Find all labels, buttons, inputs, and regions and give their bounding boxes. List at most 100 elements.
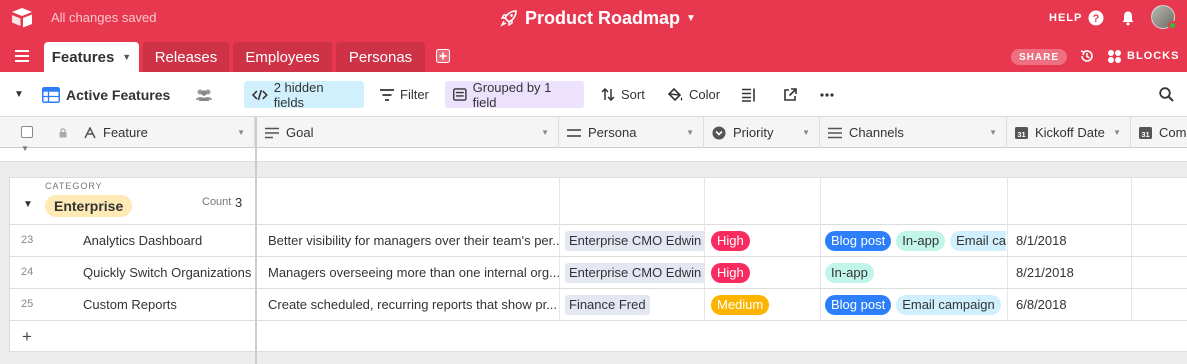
paint-bucket-icon	[668, 87, 683, 101]
cell-priority[interactable]: High	[705, 225, 821, 256]
feature-name: Analytics Dashboard	[83, 233, 203, 248]
hamburger-menu-icon[interactable]	[15, 50, 29, 62]
cell-channels[interactable]: Blog post Email campaign	[821, 289, 1008, 320]
channel-chip: Blog post	[825, 230, 892, 251]
cell-kickoff-date[interactable]: 8/1/2018	[1008, 225, 1132, 256]
column-header-goal[interactable]: Goal ▼	[257, 117, 559, 148]
chevron-down-icon[interactable]: ▼	[989, 128, 997, 137]
tab-employees[interactable]: Employees	[233, 42, 332, 72]
cell-kickoff-date[interactable]: 8/21/2018	[1008, 257, 1132, 288]
bell-icon[interactable]	[1120, 10, 1136, 26]
cell-priority[interactable]: Medium	[705, 289, 821, 320]
select-all-cell	[0, 117, 78, 148]
group-header-channels-col	[821, 178, 1008, 225]
save-status: All changes saved	[51, 10, 157, 25]
blocks-label[interactable]: BLOCKS	[1127, 50, 1179, 62]
add-record-row[interactable]: +	[9, 321, 255, 352]
channel-chip: Email campaign	[896, 294, 1001, 315]
column-header-persona[interactable]: Persona ▼	[559, 117, 704, 148]
cell-feature[interactable]: Quickly Switch Organizations	[83, 257, 256, 288]
add-record-row-extension	[257, 321, 1187, 352]
blocks-icon[interactable]	[1107, 49, 1122, 64]
persona-link-chip[interactable]: Finance Fred	[565, 294, 650, 315]
chevron-down-icon: ▼	[14, 89, 24, 100]
frozen-column-divider[interactable]	[255, 117, 257, 364]
cell-feature[interactable]: Analytics Dashboard	[83, 225, 256, 256]
tab-features[interactable]: Features ▼	[44, 42, 139, 72]
cell-goal[interactable]: Better visibility for managers over thei…	[258, 225, 560, 256]
group-icon	[453, 88, 467, 101]
help-icon[interactable]: ?	[1088, 10, 1104, 26]
help-label[interactable]: HELP	[1049, 12, 1082, 24]
cell-persona[interactable]: Enterprise CMO Edwin	[560, 257, 705, 288]
hide-fields-icon	[252, 89, 268, 100]
table-row[interactable]: 25 Custom Reports Create scheduled, recu…	[9, 289, 1187, 321]
collapse-group-icon[interactable]: ▼	[23, 199, 33, 210]
chevron-down-icon[interactable]: ▼	[802, 128, 810, 137]
tab-personas[interactable]: Personas	[336, 42, 425, 72]
group-value-chip: Enterprise	[45, 195, 133, 217]
view-name: Active Features	[66, 86, 171, 103]
column-header-feature[interactable]: Feature ▼	[78, 117, 255, 148]
plus-icon[interactable]: +	[22, 327, 32, 347]
kickoff-date: 8/21/2018	[1016, 265, 1074, 280]
base-title: Product Roadmap	[525, 7, 681, 28]
cell-goal[interactable]: Create scheduled, recurring reports that…	[258, 289, 560, 320]
kickoff-date: 6/8/2018	[1016, 297, 1067, 312]
cell-goal[interactable]: Managers overseeing more than one intern…	[258, 257, 560, 288]
row-number: 24	[21, 266, 34, 278]
cell-kickoff-date[interactable]: 6/8/2018	[1008, 289, 1132, 320]
filter-button[interactable]: Filter	[372, 81, 437, 108]
tab-label: Personas	[348, 48, 413, 66]
cell-channels[interactable]: In-app	[821, 257, 1008, 288]
chevron-down-icon[interactable]: ▼	[122, 52, 131, 62]
row-height-button[interactable]	[742, 81, 762, 108]
column-header-priority[interactable]: Priority ▼	[704, 117, 820, 148]
chevron-down-icon[interactable]: ▼	[686, 128, 694, 137]
chevron-down-icon[interactable]: ▼	[237, 128, 245, 137]
sort-button[interactable]: Sort	[593, 81, 653, 108]
hidden-fields-button[interactable]: 2 hidden fields	[244, 80, 364, 110]
cell-persona[interactable]: Finance Fred	[560, 289, 705, 320]
sort-label: Sort	[621, 87, 645, 102]
color-button[interactable]: Color	[660, 81, 728, 108]
select-all-checkbox[interactable]	[21, 126, 33, 138]
chevron-down-icon[interactable]: ▼	[1113, 128, 1121, 137]
channel-chip: Email ca	[950, 230, 1006, 251]
view-switcher-toggle[interactable]: ▼	[14, 81, 24, 108]
cell-feature[interactable]: Custom Reports	[83, 289, 256, 320]
channel-chip: In-app	[825, 262, 874, 283]
column-label: Channels	[849, 125, 904, 140]
column-header-kickoff-date[interactable]: 31 Kickoff Date ▼	[1007, 117, 1131, 148]
chevron-down-icon[interactable]: ▼	[541, 128, 549, 137]
search-button[interactable]	[1159, 81, 1180, 108]
persona-link-chip[interactable]: Enterprise CMO Edwin	[565, 262, 704, 283]
column-label: Priority	[733, 125, 774, 140]
cell-priority[interactable]: High	[705, 257, 821, 288]
history-icon[interactable]	[1079, 48, 1095, 64]
row-height-icon	[742, 88, 755, 102]
more-options-button[interactable]	[820, 81, 840, 108]
column-header-completion[interactable]: 31 Comp	[1131, 117, 1187, 148]
airtable-logo-icon[interactable]	[10, 7, 34, 29]
collaborative-view-icon[interactable]	[195, 81, 219, 108]
view-name-menu[interactable]: Active Features	[42, 81, 170, 108]
priority-chip: High	[711, 262, 750, 283]
row-number: 25	[21, 298, 34, 310]
tab-releases[interactable]: Releases	[143, 42, 229, 72]
table-row[interactable]: 23 Analytics Dashboard Better visibility…	[9, 225, 1187, 257]
persona-link-chip[interactable]: Enterprise CMO Edwin	[565, 230, 704, 251]
user-avatar[interactable]	[1151, 5, 1177, 30]
add-table-icon[interactable]	[436, 49, 450, 63]
share-view-button[interactable]	[783, 81, 803, 108]
long-text-icon	[265, 127, 279, 138]
share-button[interactable]: SHARE	[1011, 49, 1067, 65]
more-horizontal-icon	[820, 92, 834, 97]
cell-persona[interactable]: Enterprise CMO Edwin	[560, 225, 705, 256]
group-header-enterprise[interactable]: ▼ CATEGORY Enterprise Count 3	[9, 177, 1187, 225]
column-header-channels[interactable]: Channels ▼	[820, 117, 1007, 148]
base-title-menu[interactable]: Product Roadmap ▼	[500, 7, 696, 29]
group-button[interactable]: Grouped by 1 field	[445, 80, 584, 110]
cell-channels[interactable]: Blog post In-app Email ca	[821, 225, 1008, 256]
table-row[interactable]: 24 Quickly Switch Organizations Managers…	[9, 257, 1187, 289]
